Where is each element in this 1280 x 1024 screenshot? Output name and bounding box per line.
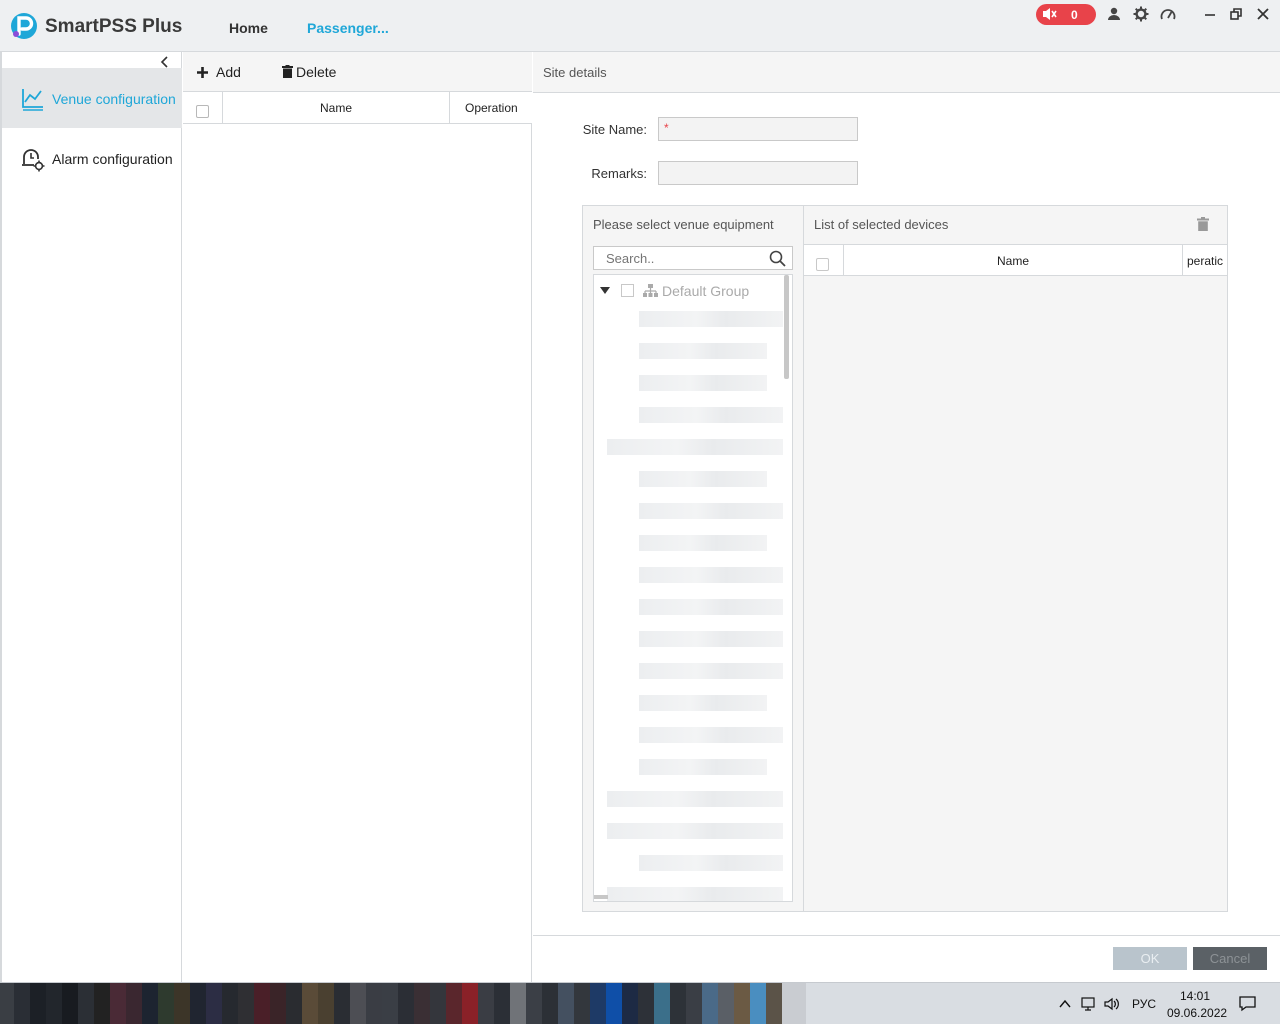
sidebar-item-label: Venue configuration: [52, 91, 176, 107]
tree-item[interactable]: [639, 599, 783, 615]
tree-item[interactable]: [639, 471, 767, 487]
column-divider: [843, 245, 844, 276]
windows-taskbar: РУС 14:01 09.06.2022: [0, 982, 1280, 1024]
site-name-label: Site Name:: [582, 122, 647, 137]
clear-all-trash-icon[interactable]: [1197, 217, 1209, 231]
column-operation: peratic: [1187, 254, 1224, 268]
tree-root-label: Default Group: [662, 283, 750, 299]
tab-home[interactable]: Home: [229, 20, 268, 36]
tree-item[interactable]: [639, 407, 783, 423]
alarm-user-gear-icon: [22, 149, 45, 172]
delete-button[interactable]: Delete: [282, 64, 336, 80]
venue-equipment-pane: Please select venue equipment Default Gr…: [583, 206, 804, 911]
tree-vertical-scrollbar[interactable]: [784, 275, 789, 379]
venue-chart-icon: [22, 89, 43, 111]
column-name: Name: [320, 101, 353, 115]
tree-root-checkbox[interactable]: [621, 284, 634, 297]
selected-devices-header: Name peratic: [804, 244, 1227, 276]
volume-icon[interactable]: [1104, 996, 1120, 1012]
tree-item[interactable]: [639, 695, 767, 711]
expand-arrow-icon[interactable]: [600, 287, 610, 294]
sidebar-item-venue-configuration[interactable]: Venue configuration: [2, 68, 182, 128]
title-bar: SmartPSS Plus Home Passenger... 0: [0, 0, 1280, 52]
add-button-label: Add: [216, 64, 241, 80]
tree-item[interactable]: [639, 727, 783, 743]
tree-item[interactable]: [639, 631, 783, 647]
close-icon[interactable]: [1255, 6, 1271, 22]
venue-table-header: Name Operation: [183, 92, 532, 124]
alarm-sound-badge[interactable]: 0: [1036, 4, 1096, 25]
delete-button-label: Delete: [296, 64, 337, 80]
performance-gauge-icon[interactable]: [1160, 6, 1176, 22]
column-divider: [449, 92, 450, 123]
tree-item[interactable]: [639, 311, 783, 327]
clock-date[interactable]: 09.06.2022: [1167, 1006, 1227, 1020]
tree-item[interactable]: [639, 567, 783, 583]
tree-item[interactable]: [607, 823, 783, 839]
footer-divider: [533, 935, 1280, 936]
add-button[interactable]: Add: [197, 64, 241, 80]
tree-horizontal-scrollbar[interactable]: [594, 895, 608, 899]
clock-time[interactable]: 14:01: [1180, 989, 1210, 1003]
notifications-icon[interactable]: [1239, 995, 1256, 1012]
device-tree[interactable]: Default Group: [593, 274, 793, 902]
remarks-label: Remarks:: [591, 166, 647, 181]
equipment-selection-box: Please select venue equipment Default Gr…: [582, 205, 1228, 912]
column-operation: Operation: [465, 101, 518, 115]
column-divider: [1182, 245, 1183, 276]
plus-icon: [197, 67, 208, 78]
select-all-checkbox[interactable]: [196, 105, 209, 118]
sidebar-item-label: Alarm configuration: [52, 151, 173, 167]
smartpss-logo-icon: [11, 13, 37, 39]
taskbar-apps[interactable]: [0, 983, 806, 1024]
venue-list-panel: Add Delete Name Operation: [183, 52, 532, 982]
cancel-button[interactable]: Cancel: [1193, 947, 1267, 970]
column-name: Name: [997, 254, 1030, 268]
tree-item[interactable]: [607, 439, 783, 455]
selected-devices-title: List of selected devices: [814, 217, 949, 232]
trash-icon: [282, 65, 293, 78]
restore-window-icon[interactable]: [1228, 6, 1244, 22]
network-icon[interactable]: [1081, 996, 1097, 1012]
tree-item[interactable]: [607, 791, 783, 807]
tree-item[interactable]: [639, 663, 783, 679]
chevron-up-icon[interactable]: [1057, 996, 1073, 1012]
org-group-icon: [643, 284, 658, 297]
minimize-icon[interactable]: [1202, 6, 1218, 22]
alarm-count: 0: [1071, 8, 1078, 22]
selected-devices-pane: List of selected devices Name peratic: [804, 206, 1227, 911]
list-toolbar: Add Delete: [183, 52, 532, 92]
site-name-input[interactable]: [658, 117, 858, 141]
select-all-selected-checkbox[interactable]: [816, 258, 829, 271]
gear-icon[interactable]: [1133, 6, 1149, 22]
user-icon[interactable]: [1106, 6, 1122, 22]
tree-item[interactable]: [639, 375, 767, 391]
tree-item[interactable]: [639, 503, 783, 519]
tree-item[interactable]: [639, 759, 767, 775]
tree-item[interactable]: [639, 855, 783, 871]
details-title: Site details: [543, 65, 607, 80]
search-input[interactable]: [606, 249, 756, 267]
site-details-panel: Site details Site Name: * Remarks: Pleas…: [533, 52, 1280, 982]
collapse-sidebar-icon[interactable]: [159, 56, 171, 68]
language-indicator[interactable]: РУС: [1132, 997, 1156, 1011]
equipment-search[interactable]: [593, 246, 793, 270]
remarks-input[interactable]: [658, 161, 858, 185]
left-sidebar: Venue configuration Alarm configuration: [0, 52, 182, 982]
required-mark: *: [664, 121, 669, 135]
tree-item[interactable]: [639, 535, 767, 551]
column-divider: [222, 92, 223, 123]
search-icon[interactable]: [769, 250, 786, 267]
ok-button[interactable]: OK: [1113, 947, 1187, 970]
tree-item[interactable]: [607, 887, 783, 901]
tab-passenger[interactable]: Passenger...: [307, 20, 389, 36]
app-title: SmartPSS Plus: [45, 16, 183, 37]
venue-equipment-title: Please select venue equipment: [593, 217, 774, 232]
sidebar-item-alarm-configuration[interactable]: Alarm configuration: [2, 128, 182, 188]
details-header: Site details: [533, 52, 1280, 93]
speaker-mute-icon: [1043, 8, 1057, 20]
tree-item[interactable]: [639, 343, 767, 359]
